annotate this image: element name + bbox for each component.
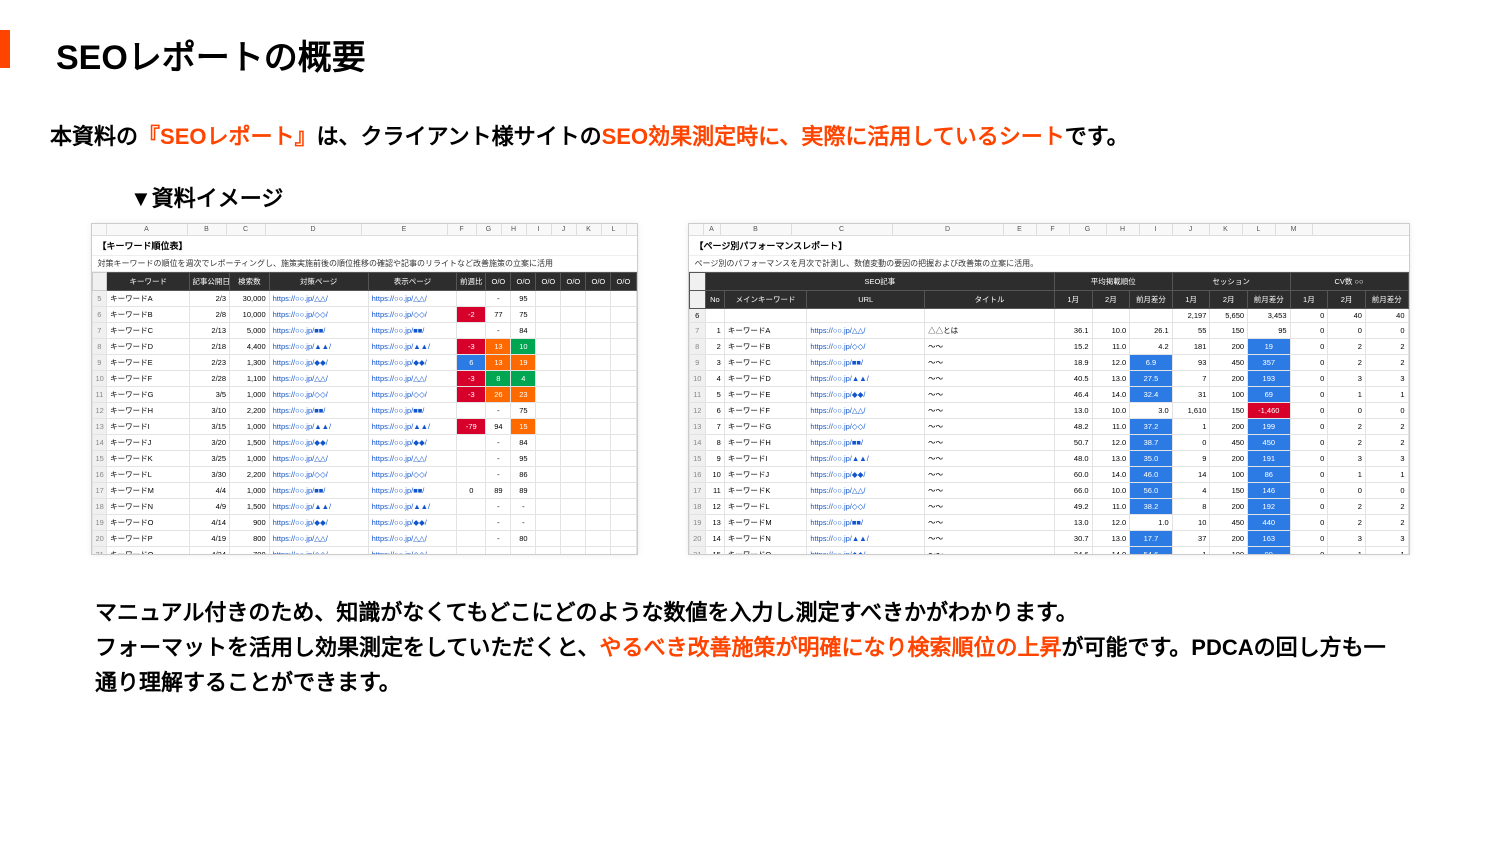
sheet1-title: 【キーワード順位表】 — [92, 236, 637, 256]
table-row: 17キーワードM4/41,000https://○○.jp/■■/https:/… — [92, 483, 636, 499]
table-row: 16キーワードL3/302,200https://○○.jp/◇◇/https:… — [92, 467, 636, 483]
screenshot-row: ABCDEFGHIJKL 【キーワード順位表】 対策キーワードの順位を週次でレポ… — [90, 223, 1410, 555]
table-row: 93キーワードChttps://○○.jp/■■/～～18.912.06.993… — [689, 355, 1408, 371]
table-row: 20キーワードP4/19800https://○○.jp/△△/https://… — [92, 531, 636, 547]
table-row: 1913キーワードMhttps://○○.jp/■■/～～13.012.01.0… — [689, 515, 1408, 531]
table-row: 82キーワードBhttps://○○.jp/◇◇/～～15.211.04.218… — [689, 339, 1408, 355]
table-row: 137キーワードGhttps://○○.jp/◇◇/～～48.211.037.2… — [689, 419, 1408, 435]
table-row: 8キーワードD2/184,400https://○○.jp/▲▲/https:/… — [92, 339, 636, 355]
table-row: 104キーワードDhttps://○○.jp/▲▲/～～40.513.027.5… — [689, 371, 1408, 387]
table-row: 9キーワードE2/231,300https://○○.jp/◆◆/https:/… — [92, 355, 636, 371]
table-row: 15キーワードK3/251,000https://○○.jp/△△/https:… — [92, 451, 636, 467]
table-row: 12キーワードH3/102,200https://○○.jp/■■/https:… — [92, 403, 636, 419]
table-row: 19キーワードO4/14900https://○○.jp/◆◆/https://… — [92, 515, 636, 531]
intro-text: 本資料の『SEOレポート』は、クライアント様サイトのSEO効果測定時に、実際に活… — [50, 119, 1450, 151]
table-row: 21キーワードQ4/24700https://○○.jp/◇◇/https://… — [92, 547, 636, 556]
table-row: 148キーワードHhttps://○○.jp/■■/～～50.712.038.7… — [689, 435, 1408, 451]
table-row: 1610キーワードJhttps://○○.jp/◆◆/～～60.014.046.… — [689, 467, 1408, 483]
page-title: SEOレポートの概要 — [56, 30, 1450, 79]
sheet2-desc: ページ別のパフォーマンスを月次で計測し、数値変動の要因の把握および改善策の立案に… — [689, 256, 1409, 272]
column-letters: ABCDEFGHIJKL — [92, 224, 637, 236]
table-row: 11キーワードG3/51,000https://○○.jp/◇◇/https:/… — [92, 387, 636, 403]
table-row: 159キーワードIhttps://○○.jp/▲▲/～～48.013.035.0… — [689, 451, 1408, 467]
sheet1-desc: 対策キーワードの順位を週次でレポーティングし、施策実施前後の順位推移の確認や記事… — [92, 256, 637, 272]
table-row: 126キーワードFhttps://○○.jp/△△/～～13.010.03.01… — [689, 403, 1408, 419]
image-label: ▼資料イメージ — [130, 181, 1450, 213]
table-row: 71キーワードAhttps://○○.jp/△△/△△とは36.110.026.… — [689, 323, 1408, 339]
column-letters: ABCDEFGHIJKLM — [689, 224, 1409, 236]
accent-bar — [0, 30, 10, 68]
table-row: 6キーワードB2/810,000https://○○.jp/◇◇/https:/… — [92, 307, 636, 323]
sheet-keyword-rank: ABCDEFGHIJKL 【キーワード順位表】 対策キーワードの順位を週次でレポ… — [91, 223, 638, 555]
table-row: 13キーワードI3/151,000https://○○.jp/▲▲/https:… — [92, 419, 636, 435]
table-row: 7キーワードC2/135,000https://○○.jp/■■/https:/… — [92, 323, 636, 339]
table-row: 2115キーワードOhttps://○○.jp/◆◆/～～34.614.054.… — [689, 547, 1408, 556]
slide: SEOレポートの概要 本資料の『SEOレポート』は、クライアント様サイトのSEO… — [0, 0, 1500, 844]
table-row: 10キーワードF2/281,100https://○○.jp/△△/https:… — [92, 371, 636, 387]
sheet-page-perf: ABCDEFGHIJKLM 【ページ別パフォーマンスレポート】 ページ別のパフォ… — [688, 223, 1410, 555]
table-row: 1812キーワードLhttps://○○.jp/◇◇/～～49.211.038.… — [689, 499, 1408, 515]
sheet1-table: キーワード記事公開日検索数対策ページ表示ページ前週比O/OO/OO/OO/OO/… — [92, 272, 637, 555]
table-row: 14キーワードJ3/201,500https://○○.jp/◆◆/https:… — [92, 435, 636, 451]
sheet2-title: 【ページ別パフォーマンスレポート】 — [689, 236, 1409, 256]
table-row: 1711キーワードKhttps://○○.jp/△△/～～66.010.056.… — [689, 483, 1408, 499]
table-row: 2014キーワードNhttps://○○.jp/▲▲/～～30.713.017.… — [689, 531, 1408, 547]
bottom-text: マニュアル付きのため、知識がなくてもどこにどのような数値を入力し測定すべきかがわ… — [95, 595, 1405, 701]
table-row: 5キーワードA2/330,000https://○○.jp/△△/https:/… — [92, 291, 636, 307]
table-row: 115キーワードEhttps://○○.jp/◆◆/～～46.414.032.4… — [689, 387, 1408, 403]
sheet2-table: SEO記事平均掲載順位セッションCV数 ○○ NoメインキーワードURLタイトル… — [689, 272, 1409, 555]
table-row: 18キーワードN4/91,500https://○○.jp/▲▲/https:/… — [92, 499, 636, 515]
